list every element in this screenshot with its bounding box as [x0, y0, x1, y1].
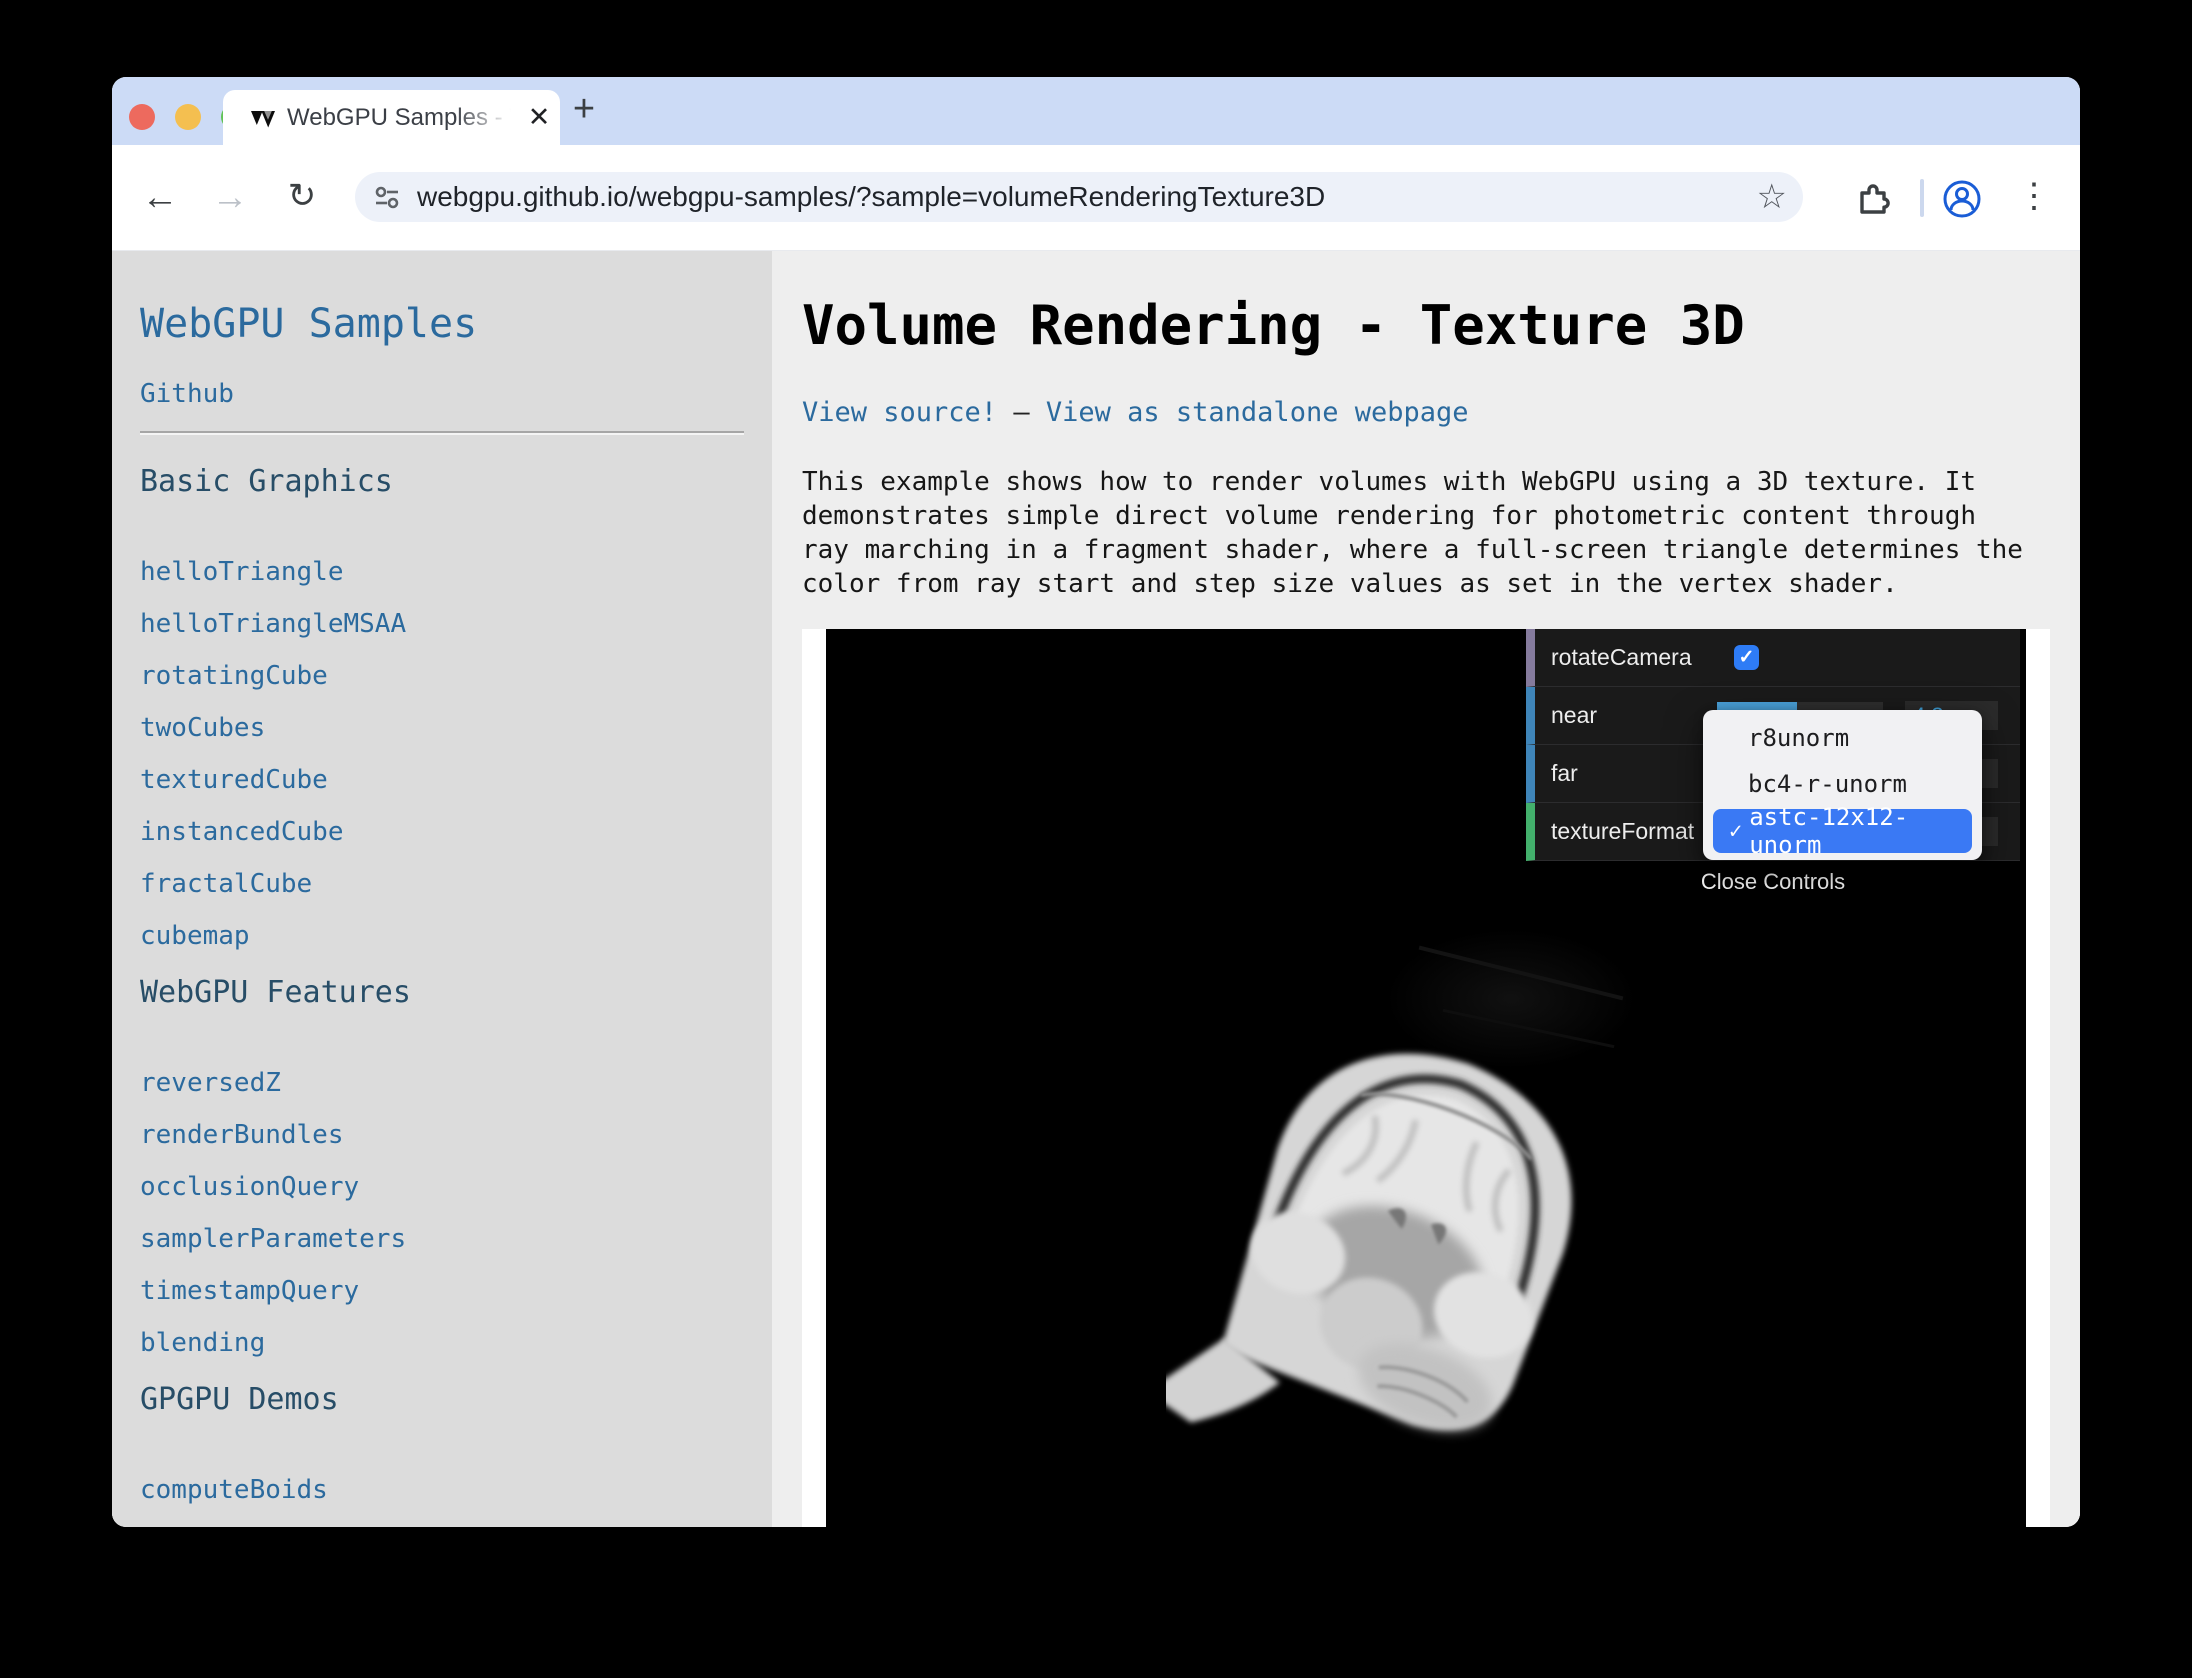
gui-label-far: far: [1551, 745, 1578, 802]
sidebar-item-cubemap[interactable]: cubemap: [140, 921, 744, 951]
sidebar-item-renderbundles[interactable]: renderBundles: [140, 1120, 744, 1150]
sidebar-item-blending[interactable]: blending: [140, 1328, 744, 1358]
sample-container: rotateCamera ✓ near 4.3 far: [802, 629, 2050, 1527]
sidebar-heading-gpgpu-demos: GPGPU Demos: [140, 1383, 744, 1417]
sidebar-item-github[interactable]: Github: [140, 379, 744, 409]
sidebar-item-hellotriangle[interactable]: helloTriangle: [140, 557, 744, 587]
standalone-webpage-link[interactable]: View as standalone webpage: [1046, 397, 1469, 428]
gui-row-rotatecamera: rotateCamera ✓: [1526, 629, 2020, 687]
url-text[interactable]: webgpu.github.io/webgpu-samples/?sample=…: [417, 181, 1325, 213]
main-content: Volume Rendering - Texture 3D View sourc…: [772, 251, 2080, 1527]
source-links-row: View source! – View as standalone webpag…: [802, 395, 2050, 431]
sidebar-item-fractalcube[interactable]: fractalCube: [140, 869, 744, 899]
sidebar-item-twocubes[interactable]: twoCubes: [140, 713, 744, 743]
address-bar[interactable]: webgpu.github.io/webgpu-samples/?sample=…: [355, 172, 1803, 222]
dropdown-option-astc-12x12-unorm[interactable]: ✓ astc-12x12-unorm: [1713, 809, 1972, 853]
sidebar-divider: [140, 431, 744, 435]
sidebar-item-occlusionquery[interactable]: occlusionQuery: [140, 1172, 744, 1202]
selected-option-label: astc-12x12-unorm: [1749, 803, 1972, 859]
new-tab-button[interactable]: +: [564, 77, 604, 145]
sidebar-title: WebGPU Samples: [140, 301, 744, 347]
tab-webgpu-samples[interactable]: WebGPU Samples - Volume R ✕: [223, 90, 560, 145]
dropdown-option-r8unorm[interactable]: r8unorm: [1703, 715, 1982, 761]
gui-label-textureformat: textureFormat: [1551, 803, 1694, 860]
sidebar-heading-basic-graphics: Basic Graphics: [140, 465, 744, 499]
tab-strip: WebGPU Samples - Volume R ✕ +: [112, 77, 2080, 145]
forward-icon[interactable]: →: [206, 145, 254, 250]
link-separator: –: [997, 397, 1046, 428]
browser-menu-icon[interactable]: ⋮: [2014, 145, 2054, 250]
bookmark-star-icon[interactable]: ☆: [1757, 172, 1787, 222]
reload-icon[interactable]: ↻: [278, 145, 326, 250]
sidebar-item-computeboids[interactable]: computeBoids: [140, 1475, 744, 1505]
dropdown-option-bc4-r-unorm[interactable]: bc4-r-unorm: [1703, 761, 1982, 807]
webgpu-canvas[interactable]: rotateCamera ✓ near 4.3 far: [826, 629, 2026, 1527]
sidebar-item-texturedcube[interactable]: texturedCube: [140, 765, 744, 795]
minimize-window-button[interactable]: [175, 104, 201, 130]
sidebar-item-rotatingcube[interactable]: rotatingCube: [140, 661, 744, 691]
extensions-icon[interactable]: [1854, 179, 1892, 217]
sidebar-item-reversedz[interactable]: reversedZ: [140, 1068, 744, 1098]
sidebar-item-hellotrianglemsaa[interactable]: helloTriangleMSAA: [140, 609, 744, 639]
webgpu-logo-icon: [250, 105, 276, 131]
sidebar-heading-webgpu-features: WebGPU Features: [140, 976, 744, 1010]
site-info-icon[interactable]: [372, 182, 402, 212]
sidebar-item-timestampquery[interactable]: timestampQuery: [140, 1276, 744, 1306]
profile-icon[interactable]: [1942, 179, 1982, 219]
brain-mri-image: [1166, 1037, 1626, 1507]
sample-description: This example shows how to render volumes…: [802, 465, 2050, 601]
gui-label-rotatecamera: rotateCamera: [1551, 629, 1692, 686]
page-title: Volume Rendering - Texture 3D: [802, 295, 2050, 357]
browser-window: WebGPU Samples - Volume R ✕ + ← → ↻ webg…: [112, 77, 2080, 1527]
view-source-link[interactable]: View source!: [802, 397, 997, 428]
close-controls-button[interactable]: Close Controls: [1526, 861, 2020, 902]
tab-title-fade: [455, 90, 525, 145]
sidebar: WebGPU Samples Github Basic Graphics hel…: [112, 251, 772, 1527]
close-tab-icon[interactable]: ✕: [519, 90, 559, 145]
sidebar-item-instancedcube[interactable]: instancedCube: [140, 817, 744, 847]
back-icon[interactable]: ←: [136, 145, 184, 250]
selected-checkmark-icon: ✓: [1725, 819, 1746, 844]
sidebar-item-samplerparameters[interactable]: samplerParameters: [140, 1224, 744, 1254]
browser-toolbar: ← → ↻ webgpu.github.io/webgpu-samples/?s…: [112, 145, 2080, 251]
close-window-button[interactable]: [129, 104, 155, 130]
textureformat-dropdown-menu: r8unorm bc4-r-unorm ✓ astc-12x12-unorm: [1703, 710, 1982, 860]
toolbar-divider: [1920, 179, 1924, 217]
gui-label-near: near: [1551, 687, 1597, 744]
rotatecamera-checkbox[interactable]: ✓: [1734, 645, 1759, 670]
page-content: WebGPU Samples Github Basic Graphics hel…: [112, 251, 2080, 1527]
